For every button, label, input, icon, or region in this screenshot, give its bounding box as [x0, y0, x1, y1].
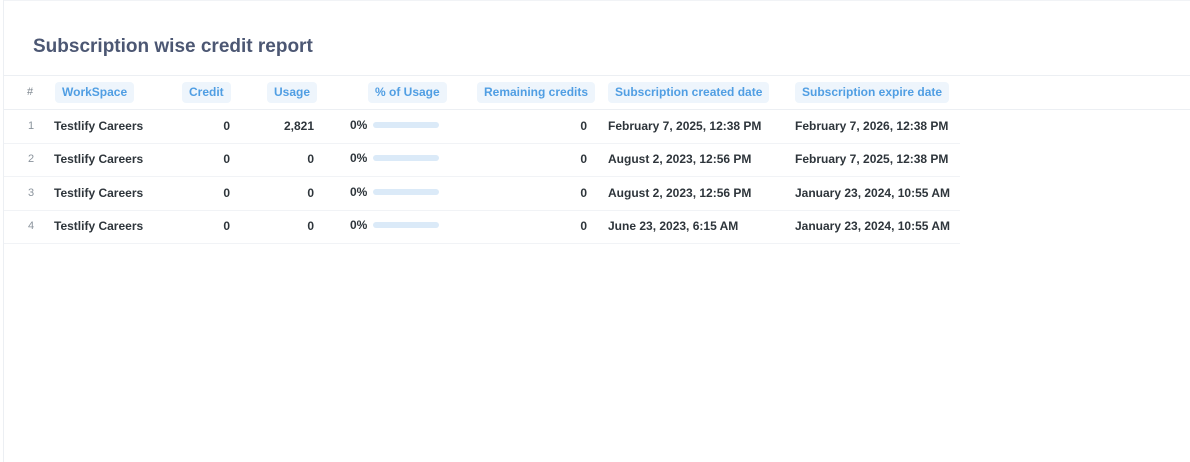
report-title: Subscription wise credit report: [33, 36, 313, 57]
row-usage: 2,821: [283, 119, 314, 133]
row-usage: 0: [307, 219, 314, 233]
usage-progress-bar: [373, 189, 439, 195]
row-credit: 0: [223, 219, 230, 233]
row-remaining: 0: [580, 219, 587, 233]
usage-progress-bar: [373, 122, 439, 128]
row-created-date: August 2, 2023, 12:56 PM: [608, 186, 752, 200]
column-header-pct-usage[interactable]: % of Usage: [368, 82, 447, 103]
row-index: 4: [28, 220, 35, 232]
column-header-index: #: [27, 86, 34, 98]
row-workspace: Testlify Careers: [54, 119, 144, 133]
column-header-expire[interactable]: Subscription expire date: [795, 82, 950, 103]
row-workspace: Testlify Careers: [54, 152, 144, 166]
table-row: 4 Testlify Careers 0 0 0% 0 June 23, 202…: [4, 210, 960, 244]
report-card: Subscription wise credit report # WorkSp…: [3, 0, 1190, 462]
table-row: 2 Testlify Careers 0 0 0% 0 August 2, 20…: [4, 143, 960, 177]
column-header-credit-label: Credit: [182, 82, 231, 103]
row-created-date: February 7, 2025, 12:38 PM: [608, 119, 762, 133]
column-header-usage-label: Usage: [267, 82, 318, 103]
column-header-created-label: Subscription created date: [608, 82, 770, 103]
table-row: 1 Testlify Careers 0 2,821 0% 0 February…: [4, 110, 960, 144]
row-pct-usage: 0%: [350, 151, 368, 165]
row-remaining: 0: [580, 152, 587, 166]
row-index: 2: [28, 153, 35, 165]
card-top-border: [4, 0, 1190, 1]
row-created-date: August 2, 2023, 12:56 PM: [608, 152, 752, 166]
row-expire-date: February 7, 2026, 12:38 PM: [795, 119, 949, 133]
row-workspace: Testlify Careers: [54, 219, 144, 233]
row-pct-usage: 0%: [350, 118, 368, 132]
column-header-created[interactable]: Subscription created date: [608, 82, 770, 103]
column-header-remaining-label: Remaining credits: [477, 82, 596, 103]
row-usage: 0: [307, 152, 314, 166]
row-index: 1: [28, 120, 35, 132]
title-divider: [4, 75, 1190, 76]
usage-progress-bar: [373, 222, 439, 228]
column-header-usage[interactable]: Usage: [267, 82, 318, 103]
column-header-expire-label: Subscription expire date: [795, 82, 950, 103]
row-pct-usage: 0%: [350, 218, 368, 232]
usage-progress-bar: [373, 155, 439, 161]
table-row: 3 Testlify Careers 0 0 0% 0 August 2, 20…: [4, 177, 960, 211]
row-usage: 0: [307, 186, 314, 200]
column-header-credit[interactable]: Credit: [182, 82, 231, 103]
row-remaining: 0: [580, 119, 587, 133]
row-expire-date: January 23, 2024, 10:55 AM: [795, 219, 950, 233]
column-header-remaining[interactable]: Remaining credits: [477, 82, 596, 103]
row-index: 3: [28, 187, 35, 199]
column-header-workspace-label: WorkSpace: [55, 82, 135, 103]
row-expire-date: February 7, 2025, 12:38 PM: [795, 152, 949, 166]
row-credit: 0: [223, 152, 230, 166]
row-expire-date: January 23, 2024, 10:55 AM: [795, 186, 950, 200]
row-pct-usage: 0%: [350, 185, 368, 199]
row-credit: 0: [223, 119, 230, 133]
column-header-pct-usage-label: % of Usage: [368, 82, 447, 103]
row-credit: 0: [223, 186, 230, 200]
row-workspace: Testlify Careers: [54, 186, 144, 200]
row-created-date: June 23, 2023, 6:15 AM: [608, 219, 739, 233]
column-header-workspace[interactable]: WorkSpace: [55, 82, 135, 103]
row-remaining: 0: [580, 186, 587, 200]
